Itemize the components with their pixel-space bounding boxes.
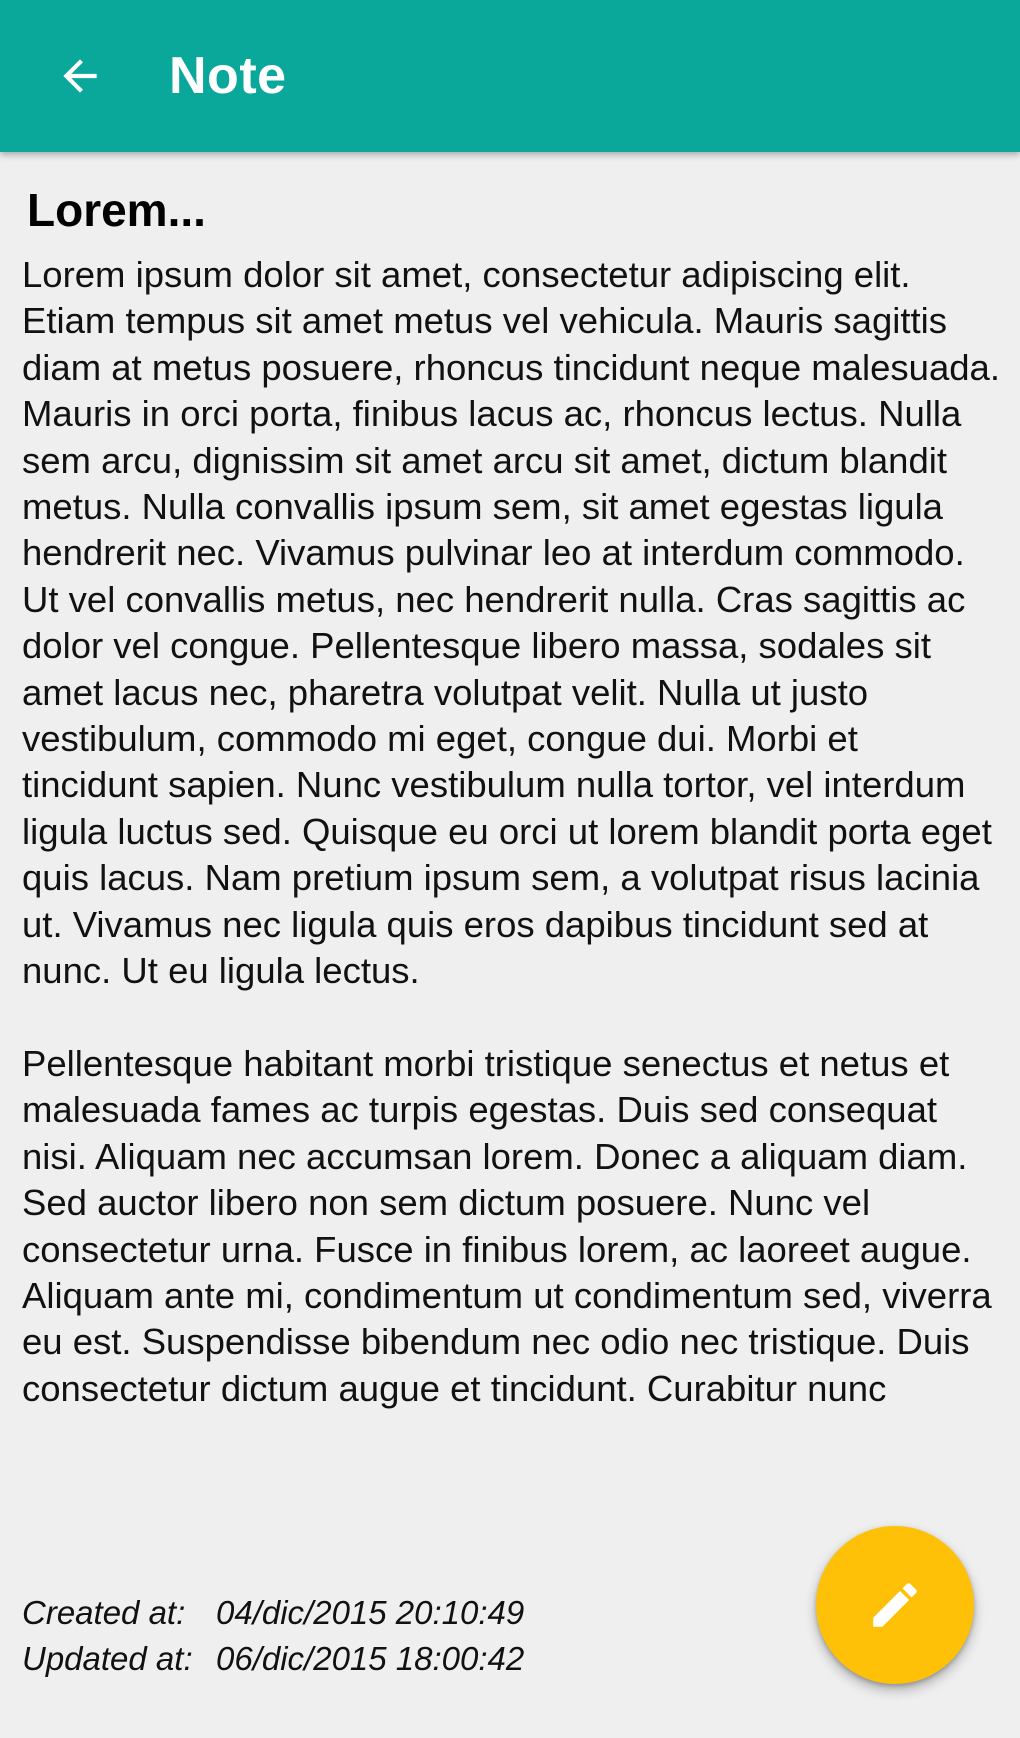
updated-row: Updated at: 06/dic/2015 18:00:42 xyxy=(22,1636,524,1682)
note-body: Lorem ipsum dolor sit amet, consectetur … xyxy=(22,254,1000,1409)
page-title: Note xyxy=(169,47,287,105)
created-label: Created at: xyxy=(22,1594,186,1631)
back-button[interactable] xyxy=(40,36,120,116)
note-timestamps: Created at: 04/dic/2015 20:10:49 Updated… xyxy=(22,1590,524,1682)
created-value: 04/dic/2015 20:10:49 xyxy=(216,1594,525,1631)
created-row: Created at: 04/dic/2015 20:10:49 xyxy=(22,1590,524,1636)
updated-value: 06/dic/2015 18:00:42 xyxy=(216,1640,525,1677)
app-bar: Note xyxy=(0,0,1020,152)
edit-note-button[interactable] xyxy=(816,1526,974,1684)
pencil-icon xyxy=(873,1583,917,1627)
note-title: Lorem... xyxy=(27,184,206,236)
note-content: Lorem... Lorem ipsum dolor sit amet, con… xyxy=(22,152,1002,1412)
arrow-left-icon xyxy=(63,59,97,93)
updated-label: Updated at: xyxy=(22,1640,193,1677)
